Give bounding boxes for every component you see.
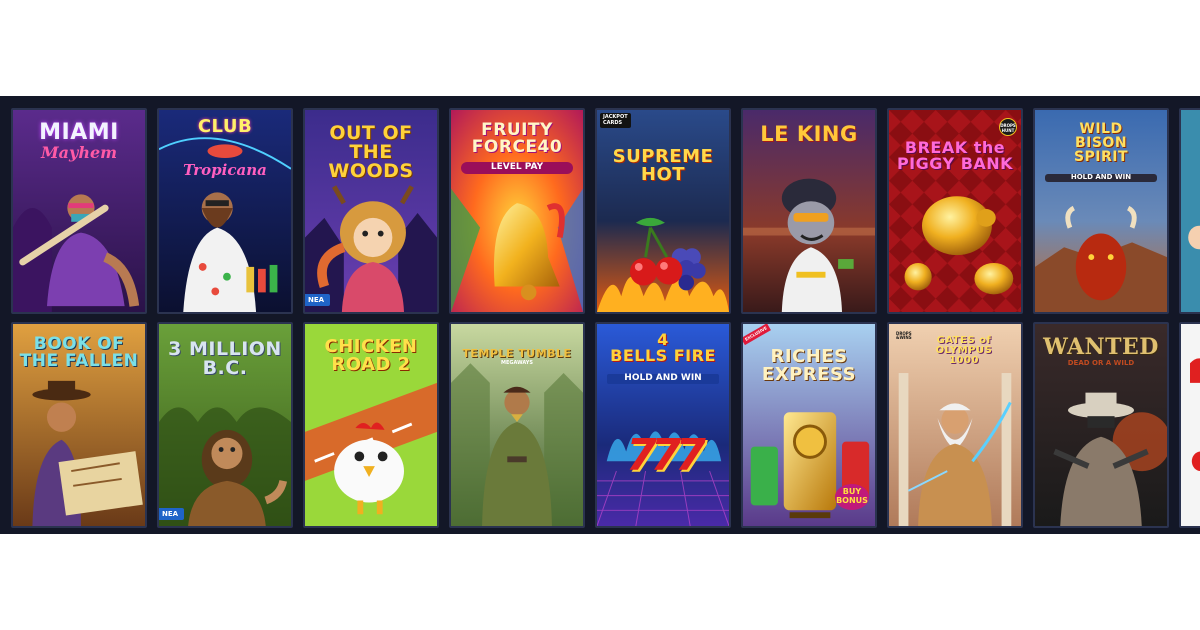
game-title: WILD BISON SPIRIT <box>1073 121 1129 165</box>
game-tile-book-of-the-fallen[interactable]: BOOK OF THE FALLEN <box>11 322 147 528</box>
game-tile-out-of-the-woods[interactable]: OUT OF THE WOODS NEA <box>303 108 439 314</box>
game-tile-3-million-bc[interactable]: 3 MILLION B.C. NEA <box>157 322 293 528</box>
game-title: WANTED <box>1043 334 1159 360</box>
game-title: FRUITY FORCE40 <box>471 120 563 157</box>
game-title: LE KING <box>760 122 858 146</box>
game-tile-le-king[interactable]: LE KING <box>741 108 877 314</box>
game-title: BOOK OF THE FALLEN <box>19 334 139 371</box>
game-tile-wild-bison-spirit[interactable]: WILD BISON SPIRIT HOLD AND WIN <box>1033 108 1169 314</box>
game-title: CLUB <box>197 116 253 137</box>
game-subtitle: HOLD AND WIN <box>1045 173 1157 182</box>
game-title: BREAK the PIGGY BANK <box>896 138 1014 173</box>
game-artwork <box>597 110 729 312</box>
game-tile-miami-mayhem[interactable]: MIAMI Mayhem <box>11 108 147 314</box>
game-subtitle: MEGAWAYS <box>500 360 534 366</box>
new-badge: NEA <box>305 294 331 306</box>
game-artwork <box>1181 110 1200 312</box>
game-title: OUT OF THE WOODS <box>328 122 414 182</box>
game-tile-fruity-force-40[interactable]: FRUITY FORCE40 LEVEL PAY <box>449 108 585 314</box>
game-tile-supreme-hot[interactable]: JACKPOT CARDS SUPREME HOT <box>595 108 731 314</box>
game-tile-4-bells-fire[interactable]: 4 BELLS FIRE HOLD AND WIN 777 <box>595 322 731 528</box>
game-tile-gates-of-olympus-1000[interactable]: DROPS &WINS GATES of OLYMPUS 1000 <box>887 322 1023 528</box>
game-tile-partial[interactable] <box>1179 322 1200 528</box>
game-subtitle: LEVEL PAY <box>461 162 573 174</box>
game-title: 4 BELLS FIRE <box>610 330 716 365</box>
game-tile-partial[interactable] <box>1179 108 1200 314</box>
game-artwork <box>159 110 291 312</box>
game-tile-club-tropicana[interactable]: CLUB Tropicana <box>157 108 293 314</box>
game-title: RICHES EXPRESS <box>761 346 857 385</box>
game-title: SUPREME HOT <box>612 146 714 185</box>
seven-symbol: 777 <box>626 430 706 481</box>
game-title: CHICKEN ROAD 2 <box>324 336 418 375</box>
game-subtitle: Mayhem <box>40 143 118 162</box>
game-artwork <box>1181 324 1200 526</box>
game-subtitle: HOLD AND WIN <box>607 373 719 384</box>
game-tile-break-the-piggy-bank[interactable]: DROPS HUNT BREAK the PIGGY BANK <box>887 108 1023 314</box>
drops-hunt-label: DROPS HUNT <box>999 118 1017 136</box>
game-tile-temple-tumble[interactable]: TEMPLE TUMBLE MEGAWAYS <box>449 322 585 528</box>
game-subtitle: DEAD OR A WILD <box>1067 359 1135 367</box>
game-subtitle: Tropicana <box>183 161 267 179</box>
jackpot-cards-label: JACKPOT CARDS <box>600 113 631 128</box>
game-tile-riches-express[interactable]: EXCLUSIVE RICHES EXPRESS BUY BONUS <box>741 322 877 528</box>
game-tile-wanted-dead-or-a-wild[interactable]: WANTED DEAD OR A WILD <box>1033 322 1169 528</box>
game-title: GATES of OLYMPUS 1000 <box>935 335 993 366</box>
game-title: 3 MILLION B.C. <box>168 338 282 379</box>
buy-bonus-label: BUY BONUS <box>835 484 869 510</box>
game-title: MIAMI <box>39 120 119 145</box>
game-title: TEMPLE TUMBLE <box>462 347 572 360</box>
new-badge: NEA <box>159 508 185 520</box>
game-tile-chicken-road-2[interactable]: CHICKEN ROAD 2 <box>303 322 439 528</box>
game-grid: MIAMI Mayhem CLUB Tropicana OUT OF THE W… <box>0 96 1200 534</box>
